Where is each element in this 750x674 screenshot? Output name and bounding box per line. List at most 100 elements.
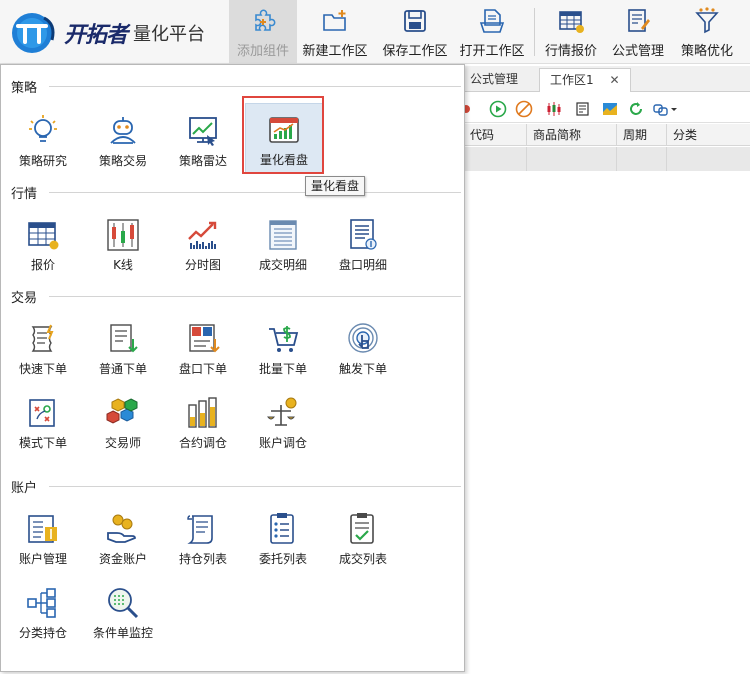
item-fund-account[interactable]: 资金账户 [83,507,163,569]
table-row[interactable] [464,147,750,171]
pattern-order-icon [29,399,55,427]
add-component-label: 添加组件 [236,44,289,59]
stop-icon[interactable] [515,100,533,118]
item-account-rebalance[interactable]: 账户调仓 [243,391,323,453]
item-trigger-order[interactable]: 触发下单 [323,317,403,379]
item-intraday[interactable]: 分时图 [163,213,243,275]
new-workspace-button[interactable]: 新建工作区 [297,0,373,64]
item-label: 普通下单 [98,362,147,376]
item-strategy-research[interactable]: 策略研究 [3,109,83,171]
section-title-account: 账户 [11,481,38,496]
section-divider [49,296,461,297]
item-order-list[interactable]: 委托列表 [243,507,323,569]
tab-workspace1[interactable]: 工作区1 ✕ [539,68,631,92]
item-contract-rebalance[interactable]: 合约调仓 [163,391,243,453]
market-quotes-button[interactable]: 行情报价 [539,0,603,64]
item-normal-order[interactable]: 普通下单 [83,317,163,379]
add-component-button[interactable]: 添加组件 [229,0,297,64]
cubes-icon [106,398,138,424]
candles-icon[interactable] [546,100,564,118]
col-code[interactable]: 代码 [464,124,526,146]
condition-monitor-icon [108,588,139,619]
list-settings-icon[interactable] [574,100,592,118]
col-name[interactable]: 商品简称 [526,124,616,146]
item-label: 盘口下单 [178,362,227,376]
item-quick-order[interactable]: 快速下单 [3,317,83,379]
item-label: 策略研究 [18,154,67,168]
item-condition-monitor[interactable]: 条件单监控 [83,581,163,643]
section-divider [49,486,461,487]
toolbar-divider [534,8,535,56]
close-icon[interactable]: ✕ [609,73,619,87]
grid-header: 代码 商品简称 周期 分类 [464,124,750,146]
item-quote[interactable]: 报价 [3,213,83,275]
open-workspace-label: 打开工作区 [459,44,525,59]
item-filled-list[interactable]: 成交列表 [323,507,403,569]
item-label: 交易师 [104,436,141,450]
bulb-icon [29,115,57,142]
bs-order-icon [189,324,220,353]
item-category-position[interactable]: 分类持仓 [3,581,83,643]
item-label: 模式下单 [18,436,67,450]
app-window: 开拓者 量化平台 添加组件 新建工作区 保存工作区 打开工作区 行情报价 公式管… [0,0,750,674]
item-pattern-order[interactable]: 模式下单 [3,391,83,453]
save-workspace-button[interactable]: 保存工作区 [377,0,453,64]
account-manage-icon [28,515,57,543]
formula-manage-label: 公式管理 [611,44,664,59]
item-strategy-trade[interactable]: 策略交易 [83,109,163,171]
market-quotes-label: 行情报价 [544,44,597,59]
item-label: 盘口明细 [338,258,387,272]
logo-text: 开拓者 [64,23,128,48]
item-label: 委托列表 [258,552,307,566]
open-workspace-button[interactable]: 打开工作区 [454,0,530,64]
item-label: 资金账户 [98,552,147,566]
item-label: 触发下单 [338,362,387,376]
item-account-manage[interactable]: 账户管理 [3,507,83,569]
play-icon[interactable] [489,100,507,118]
tab-formula-manage-label: 公式管理 [470,72,519,86]
item-position-list[interactable]: 持仓列表 [163,507,243,569]
refresh-icon[interactable] [627,100,645,118]
price-table-icon [28,222,59,250]
tooltip: 量化看盘 [305,176,366,196]
item-label: 成交列表 [338,552,387,566]
new-workspace-label: 新建工作区 [302,44,368,59]
formula-manage-button[interactable]: 公式管理 [606,0,670,64]
funnel-optimize-icon [695,7,719,34]
save-workspace-label: 保存工作区 [382,44,448,59]
tab-formula-manage[interactable]: 公式管理 [460,68,528,92]
item-batch-order[interactable]: 批量下单 [243,317,323,379]
logo-subtitle: 量化平台 [133,24,206,45]
item-orderbook-order[interactable]: 盘口下单 [163,317,243,379]
color-chart-icon[interactable] [601,100,619,118]
item-trade-detail[interactable]: 成交明细 [243,213,323,275]
section-title-strategy: 策略 [11,81,38,96]
row-cell-divider [526,147,527,171]
strategy-optimize-label: 策略优化 [680,44,733,59]
item-orderbook-detail[interactable]: 盘口明细 [323,213,403,275]
quick-order-icon [31,324,54,352]
quote-table-icon [559,11,584,33]
item-trader[interactable]: 交易师 [83,391,163,453]
item-label: 批量下单 [258,362,307,376]
section-title-trading: 交易 [11,291,38,306]
col-category[interactable]: 分类 [666,124,750,146]
item-label: 条件单监控 [92,626,153,640]
cart-dollar-icon [269,326,299,352]
section-divider [49,192,461,193]
item-label: 快速下单 [18,362,67,376]
item-label: 成交明细 [258,258,307,272]
item-kline[interactable]: K线 [83,213,163,275]
normal-order-icon [110,324,138,353]
strategy-optimize-button[interactable]: 策略优化 [674,0,740,64]
order-list-icon [270,513,294,544]
item-label: 账户管理 [18,552,67,566]
row-cell-divider [666,147,667,171]
add-component-panel: 策略 策略研究 策略交易 策略雷达 量化看盘 行情 报价 K线 分时图 成交明细… [0,64,465,672]
item-strategy-radar[interactable]: 策略雷达 [163,109,243,171]
link-dropdown-icon[interactable] [652,100,678,118]
item-label: 分类持仓 [18,626,67,640]
save-icon [404,10,426,32]
col-period[interactable]: 周期 [616,124,666,146]
item-label: 合约调仓 [178,436,227,450]
